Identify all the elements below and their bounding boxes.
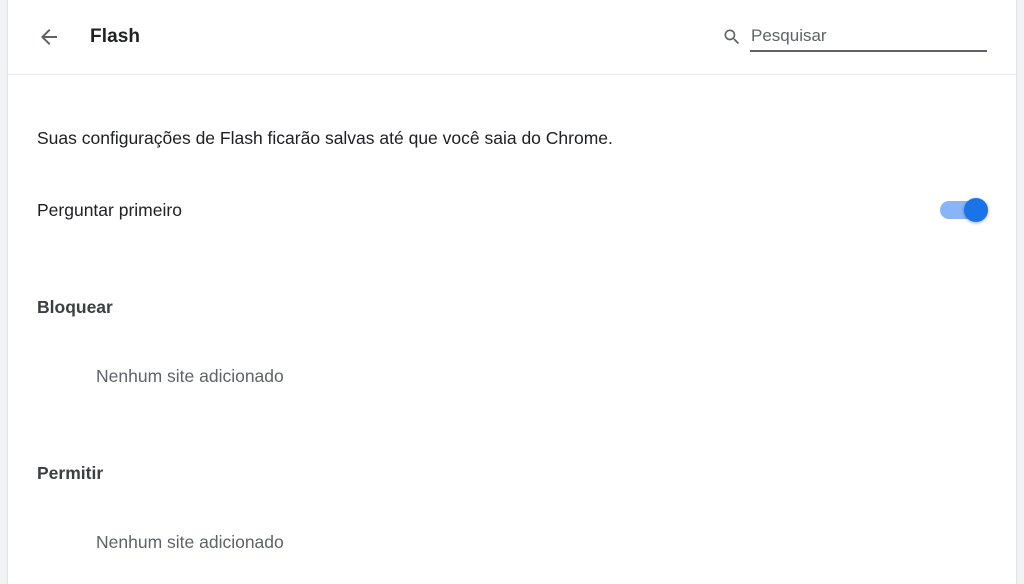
search-icon <box>724 29 740 45</box>
ask-first-toggle[interactable] <box>940 198 988 222</box>
page-title: Flash <box>90 26 141 47</box>
search-field[interactable] <box>718 22 988 54</box>
block-empty-text: Nenhum site adicionado <box>96 366 284 386</box>
settings-card: Flash Suas configurações de Flash ficarã… <box>8 0 1016 584</box>
flash-info-text: Suas configurações de Flash ficarão salv… <box>37 128 613 148</box>
search-input[interactable] <box>750 22 987 52</box>
arrow-back-icon <box>41 29 57 45</box>
back-button[interactable] <box>32 20 66 54</box>
ask-first-label: Perguntar primeiro <box>37 200 182 220</box>
page-header: Flash <box>8 0 1016 75</box>
allow-section-heading: Permitir <box>37 463 104 483</box>
toggle-knob <box>964 198 988 222</box>
allow-empty-text: Nenhum site adicionado <box>96 532 284 552</box>
block-section-heading: Bloquear <box>37 297 113 317</box>
ask-first-row[interactable]: Perguntar primeiro <box>8 180 1016 240</box>
